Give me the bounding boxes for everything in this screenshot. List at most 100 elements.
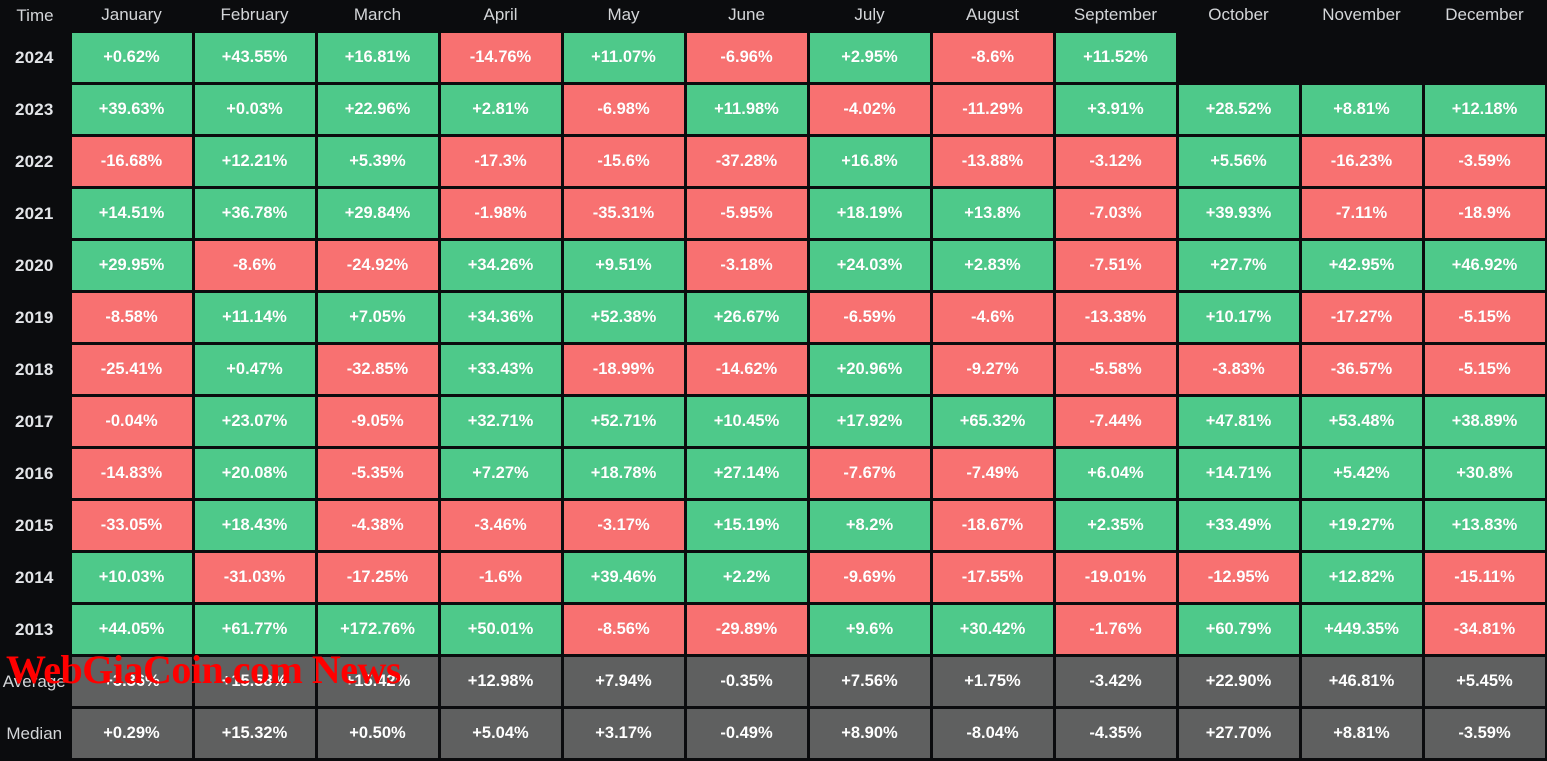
return-cell: +0.50% [314,706,441,761]
column-header-october: October [1177,0,1300,32]
return-cell: -4.35% [1052,706,1179,761]
return-cell: -7.44% [1052,394,1179,449]
column-header-december: December [1423,0,1546,32]
return-cell: +26.67% [683,290,810,345]
return-cell: +19.27% [1298,498,1425,553]
return-cell: +47.81% [1175,394,1302,449]
return-cell: +30.42% [929,602,1056,657]
table-row: 2016 -14.83% +20.08% -5.35% +7.27% +18.78% +27… [0,446,1547,501]
return-cell: -18.99% [560,342,687,397]
return-cell: -14.62% [683,342,810,397]
return-cell: +7.27% [437,446,564,501]
return-cell: +0.62% [68,30,195,85]
return-cell [1175,30,1302,85]
return-cell: +3.17% [560,706,687,761]
return-cell: +29.84% [314,186,441,241]
return-cell: +11.14% [191,290,318,345]
return-cell: +0.03% [191,82,318,137]
table-row: 2023 +39.63% +0.03% +22.96% +2.81% -6.98% +11.… [0,82,1547,137]
return-cell: +8.81% [1298,82,1425,137]
row-label-year: 2019 [0,291,70,344]
return-cell: -1.76% [1052,602,1179,657]
return-cell: +34.36% [437,290,564,345]
return-cell: -8.6% [191,238,318,293]
return-cell: +46.92% [1421,238,1547,293]
return-cell: +3.91% [1052,82,1179,137]
return-cell: +60.79% [1175,602,1302,657]
return-cell: -6.98% [560,82,687,137]
return-cell: +1.75% [929,654,1056,709]
return-cell: +22.96% [314,82,441,137]
return-cell: +11.98% [683,82,810,137]
return-cell: +27.70% [1175,706,1302,761]
return-cell: +27.7% [1175,238,1302,293]
return-cell: -29.89% [683,602,810,657]
return-cell: -7.03% [1052,186,1179,241]
return-cell: +14.71% [1175,446,1302,501]
return-cell: +27.14% [683,446,810,501]
row-label-year: 2017 [0,395,70,448]
return-cell: -3.18% [683,238,810,293]
return-cell: -17.25% [314,550,441,605]
return-cell: -3.17% [560,498,687,553]
return-cell: +9.51% [560,238,687,293]
return-cell: -16.68% [68,134,195,189]
return-cell: +33.43% [437,342,564,397]
return-cell: +2.2% [683,550,810,605]
return-cell: +36.78% [191,186,318,241]
return-cell [1298,30,1425,85]
return-cell: -4.02% [806,82,933,137]
return-cell: +12.98% [437,654,564,709]
return-cell: +20.08% [191,446,318,501]
return-cell: +8.81% [1298,706,1425,761]
return-cell: -0.35% [683,654,810,709]
return-cell: +8.2% [806,498,933,553]
return-cell: -11.29% [929,82,1056,137]
return-cell: -5.58% [1052,342,1179,397]
return-cell: +2.95% [806,30,933,85]
return-cell: +38.89% [1421,394,1547,449]
return-cell: -4.6% [929,290,1056,345]
table-row: 2013 +44.05% +61.77% +172.76% +50.01% -8.56% -… [0,602,1547,657]
return-cell: +43.55% [191,30,318,85]
return-cell: +11.52% [1052,30,1179,85]
return-cell [1421,30,1547,85]
return-cell: -3.83% [1175,342,1302,397]
return-cell: +33.49% [1175,498,1302,553]
table-row: 2021 +14.51% +36.78% +29.84% -1.98% -35.31% -5… [0,186,1547,241]
return-cell: -17.27% [1298,290,1425,345]
return-cell: -8.56% [560,602,687,657]
row-label-year: 2018 [0,343,70,396]
table-row: Average +3.36% +15.58% +15.42% +12.98% +7.94%… [0,654,1547,709]
row-label-year: 2024 [0,31,70,84]
return-cell: +32.71% [437,394,564,449]
return-cell: +0.29% [68,706,195,761]
return-cell: -14.83% [68,446,195,501]
table-row: 2015 -33.05% +18.43% -4.38% -3.46% -3.17% +15.… [0,498,1547,553]
return-cell: +61.77% [191,602,318,657]
return-cell: +2.35% [1052,498,1179,553]
row-label-year: 2014 [0,551,70,604]
return-cell: +5.45% [1421,654,1547,709]
return-cell: +13.83% [1421,498,1547,553]
column-header-january: January [70,0,193,32]
return-cell: -36.57% [1298,342,1425,397]
return-cell: -17.3% [437,134,564,189]
return-cell: -18.67% [929,498,1056,553]
return-cell: +12.21% [191,134,318,189]
return-cell: -5.35% [314,446,441,501]
row-label-year: 2021 [0,187,70,240]
return-cell: +15.19% [683,498,810,553]
return-cell: +52.71% [560,394,687,449]
return-cell: -4.38% [314,498,441,553]
return-cell: +449.35% [1298,602,1425,657]
table-row: 2020 +29.95% -8.6% -24.92% +34.26% +9.51% -3.1… [0,238,1547,293]
return-cell: +7.94% [560,654,687,709]
table-body: 2024 +0.62% +43.55% +16.81% -14.76% +11.07% -6… [0,30,1547,761]
return-cell: +20.96% [806,342,933,397]
return-cell: +50.01% [437,602,564,657]
return-cell: +10.17% [1175,290,1302,345]
return-cell: +0.47% [191,342,318,397]
return-cell: +52.38% [560,290,687,345]
return-cell: -9.27% [929,342,1056,397]
